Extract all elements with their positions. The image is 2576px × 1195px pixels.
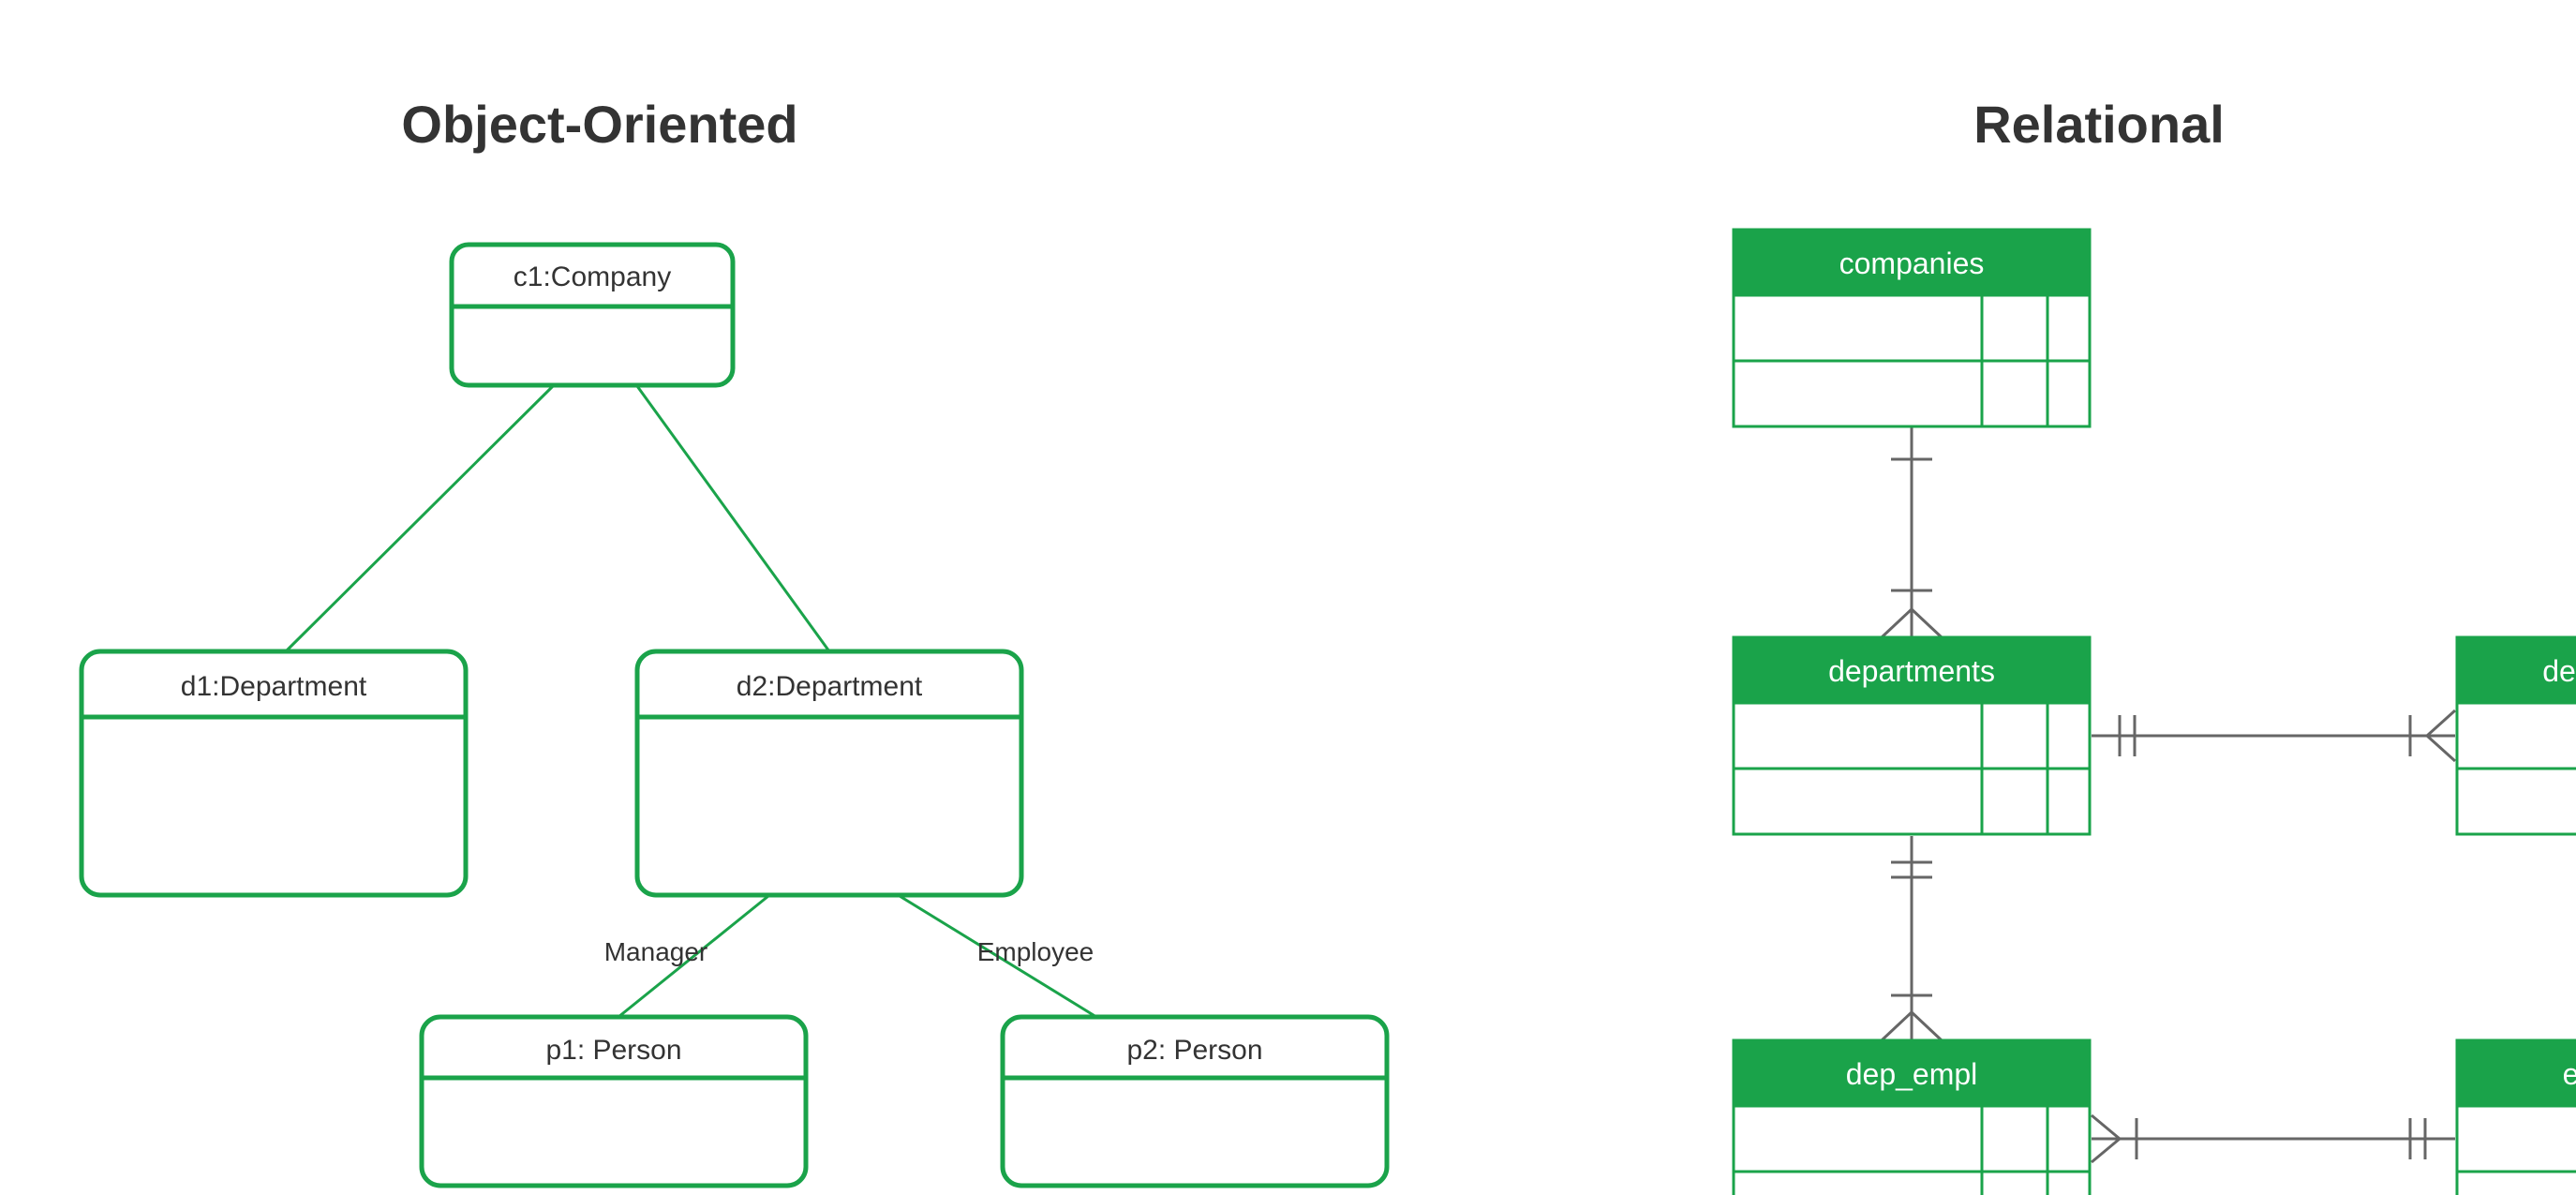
uml-dept1: d1:Department	[82, 651, 466, 895]
table-dep-empl-title: dep_empl	[1846, 1057, 1978, 1091]
edge-label-manager: Manager	[604, 937, 708, 966]
uml-person1: p1: Person	[422, 1017, 806, 1186]
table-dep-manager-title: dep_manager	[2542, 654, 2576, 688]
table-companies-title: companies	[1839, 246, 1985, 280]
uml-person1-label: p1: Person	[545, 1035, 681, 1066]
edge-label-employee: Employee	[977, 937, 1094, 966]
uml-company-label: c1:Company	[514, 261, 671, 292]
uml-dept2-label: d2:Department	[737, 671, 923, 702]
uml-dept1-label: d1:Department	[181, 671, 367, 702]
table-companies: companies	[1734, 230, 2090, 426]
table-dep-empl: dep_empl	[1734, 1040, 2090, 1195]
uml-person2-label: p2: Person	[1126, 1035, 1262, 1066]
uml-company: c1:Company	[452, 245, 733, 385]
uml-dept2: d2:Department	[637, 651, 1021, 895]
uml-person2: p2: Person	[1003, 1017, 1387, 1186]
table-dep-manager: dep_manager	[2457, 637, 2576, 834]
diagram-canvas: Manager Employee c1:Company d1:Departmen…	[0, 0, 2576, 1195]
table-departments-title: departments	[1828, 654, 1995, 688]
table-departments: departments	[1734, 637, 2090, 834]
table-employees: employees	[2457, 1040, 2576, 1195]
table-employees-title: employees	[2563, 1057, 2576, 1091]
